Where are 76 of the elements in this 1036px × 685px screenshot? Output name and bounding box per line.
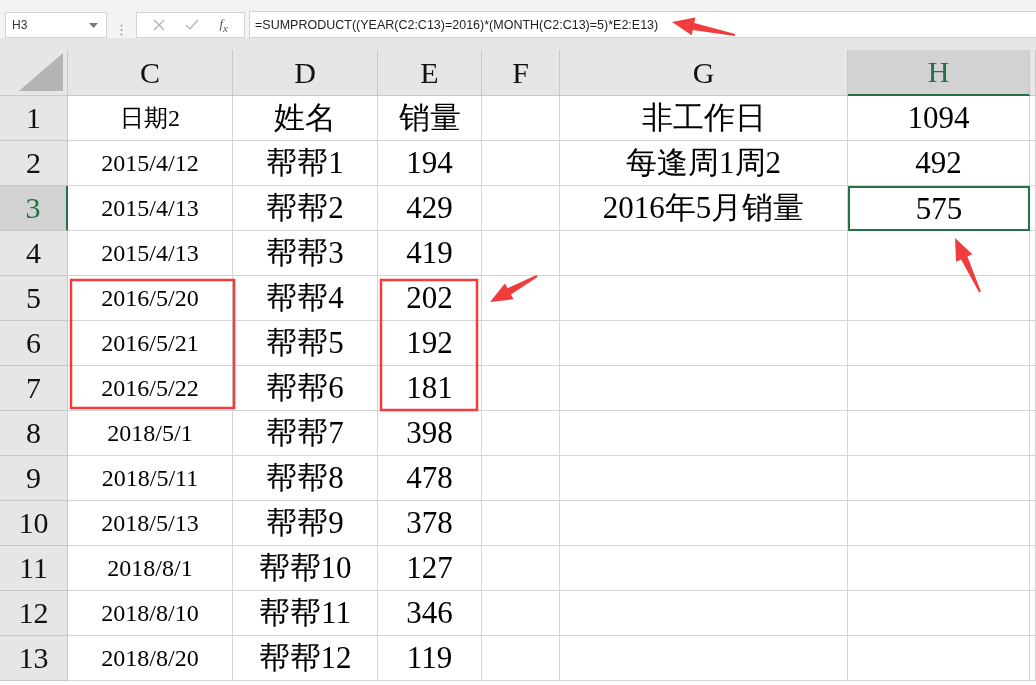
annotation-arrow [490, 275, 538, 302]
column-header[interactable]: C [68, 50, 233, 96]
table-cell: 181 [378, 366, 482, 411]
row-header[interactable]: 8 [0, 411, 68, 456]
table-cell: 2015/4/13 [68, 231, 233, 276]
table-cell: 帮帮1 [233, 141, 378, 186]
row-header[interactable]: 6 [0, 321, 68, 366]
table-cell: 346 [378, 591, 482, 636]
table-cell: 每逢周1周2 [560, 141, 848, 186]
name-box[interactable]: H3 [5, 12, 107, 38]
table-cell: 2018/5/1 [68, 411, 233, 456]
table-cell: 非工作日 [560, 96, 848, 141]
row-header[interactable]: 9 [0, 456, 68, 501]
row-header[interactable]: 13 [0, 636, 68, 681]
column-header[interactable]: H [848, 50, 1030, 96]
select-all-corner[interactable] [0, 50, 68, 96]
column-header[interactable]: F [482, 50, 560, 96]
table-cell: 202 [378, 276, 482, 321]
insert-function-button[interactable]: f$_{x}$ [219, 16, 228, 34]
row-header[interactable]: 1 [0, 96, 68, 141]
table-cell: 2018/8/20 [68, 636, 233, 681]
row-header[interactable]: 5 [0, 276, 68, 321]
table-cell: 销量 [378, 96, 482, 141]
row-header[interactable]: 4 [0, 231, 68, 276]
table-cell: 2018/5/11 [68, 456, 233, 501]
table-cell: 帮帮12 [233, 636, 378, 681]
table-cell: 姓名 [233, 96, 378, 141]
table-cell: 2016年5月销量 [560, 186, 848, 231]
table-cell: 帮帮3 [233, 231, 378, 276]
formula-field[interactable]: =SUMPRODUCT((YEAR(C2:C13)=2016)*(MONTH(C2:C13)=5)*E2:E13) [249, 11, 1036, 38]
table-cell: 帮帮8 [233, 456, 378, 501]
cancel-icon[interactable] [153, 19, 166, 31]
table-cell: 帮帮4 [233, 276, 378, 321]
table-cell: 419 [378, 231, 482, 276]
table-cell: 帮帮7 [233, 411, 378, 456]
table-cell: 478 [378, 456, 482, 501]
table-cell: 帮帮2 [233, 186, 378, 231]
annotation-arrow [955, 238, 981, 293]
table-cell: 帮帮5 [233, 321, 378, 366]
table-cell: 119 [378, 636, 482, 681]
annotation-arrow [672, 17, 736, 36]
table-cell: 2016/5/21 [68, 321, 233, 366]
table-cell: 378 [378, 501, 482, 546]
table-cell: 帮帮6 [233, 366, 378, 411]
corner-triangle-icon [19, 53, 63, 91]
table-cell: 2015/4/12 [68, 141, 233, 186]
table-cell: 492 [848, 141, 1030, 186]
table-cell: 398 [378, 411, 482, 456]
table-cell: 1094 [848, 96, 1030, 141]
row-header[interactable]: 11 [0, 546, 68, 591]
table-cell: 帮帮11 [233, 591, 378, 636]
table-cell: 帮帮9 [233, 501, 378, 546]
check-icon[interactable] [185, 19, 200, 31]
table-cell: 194 [378, 141, 482, 186]
table-cell: 帮帮10 [233, 546, 378, 591]
row-header[interactable]: 10 [0, 501, 68, 546]
table-cell: 2016/5/20 [68, 276, 233, 321]
caret-icon [89, 22, 98, 28]
table-cell: 2018/8/1 [68, 546, 233, 591]
row-header[interactable]: 3 [0, 186, 68, 231]
table-cell: 575 [848, 186, 1030, 231]
table-cell: 日期2 [68, 96, 233, 141]
table-cell: 2018/8/10 [68, 591, 233, 636]
table-cell: 2016/5/22 [68, 366, 233, 411]
column-header[interactable]: E [378, 50, 482, 96]
table-cell: 429 [378, 186, 482, 231]
row-header[interactable]: 7 [0, 366, 68, 411]
table-cell: 192 [378, 321, 482, 366]
column-header[interactable]: D [233, 50, 378, 96]
column-header[interactable]: G [560, 50, 848, 96]
table-cell: 127 [378, 546, 482, 591]
table-cell: 2018/5/13 [68, 501, 233, 546]
grip-icon [120, 24, 123, 36]
row-header[interactable]: 12 [0, 591, 68, 636]
table-cell: 2015/4/13 [68, 186, 233, 231]
row-header[interactable]: 2 [0, 141, 68, 186]
